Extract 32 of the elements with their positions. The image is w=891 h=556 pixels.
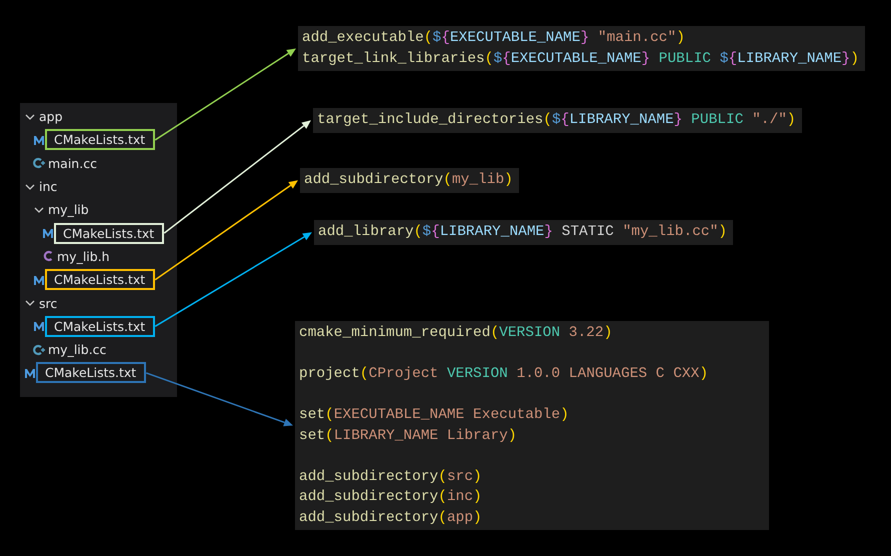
code-line: add_subdirectory(app)	[299, 508, 483, 528]
code-line: add_subdirectory(my_lib)	[304, 171, 513, 190]
file-name[interactable]: CMakeLists.txt	[45, 316, 156, 337]
cmake-file-icon	[33, 134, 45, 146]
file-name[interactable]: CMakeLists.txt	[54, 222, 164, 244]
file-name[interactable]: CMakeLists.txt	[45, 269, 156, 290]
cpp-file-icon	[33, 157, 45, 170]
cmake-file-icon	[33, 320, 45, 332]
code-line: add_subdirectory(inc)	[299, 488, 483, 507]
cmake-file-icon	[42, 227, 54, 240]
code-line: add_executable(${EXECUTABLE_NAME} "main.cc")	[302, 29, 686, 48]
cmake-file-icon	[24, 366, 36, 379]
c-file-icon	[42, 250, 54, 262]
code-line: cmake_minimum_required(VERSION 3.22)	[299, 324, 614, 343]
folder-name[interactable]: inc	[39, 178, 58, 196]
folder-name[interactable]: src	[39, 294, 58, 312]
file-name[interactable]: my_lib.h	[57, 248, 110, 265]
code-line: target_link_libraries(${EXECUTABLE_NAME} PUBLIC ${LIBRARY_NAME})	[302, 50, 859, 68]
folder-name[interactable]: app	[39, 108, 63, 126]
file-name[interactable]: CMakeLists.txt	[36, 362, 146, 384]
cpp-file-icon	[33, 344, 45, 356]
folder-name[interactable]: my_lib	[48, 201, 89, 218]
code-line: add_library(${LIBRARY_NAME} STATIC "my_lib.cc")	[318, 223, 727, 242]
code-line: add_subdirectory(src)	[299, 468, 483, 486]
code-line: target_include_directories(${LIBRARY_NAME} PUBLIC "./")	[317, 111, 796, 130]
file-name[interactable]: CMakeLists.txt	[45, 129, 156, 150]
cmake-file-icon	[33, 274, 45, 286]
code-line: set(LIBRARY_NAME Library)	[299, 426, 518, 446]
code-line: project(CProject VERSION 1.0.0 LANGUAGES C CXX)	[299, 365, 710, 384]
code-line: set(EXECUTABLE_NAME Executable)	[299, 406, 570, 425]
file-name[interactable]: my_lib.cc	[48, 341, 106, 358]
file-name[interactable]: main.cc	[48, 154, 97, 172]
